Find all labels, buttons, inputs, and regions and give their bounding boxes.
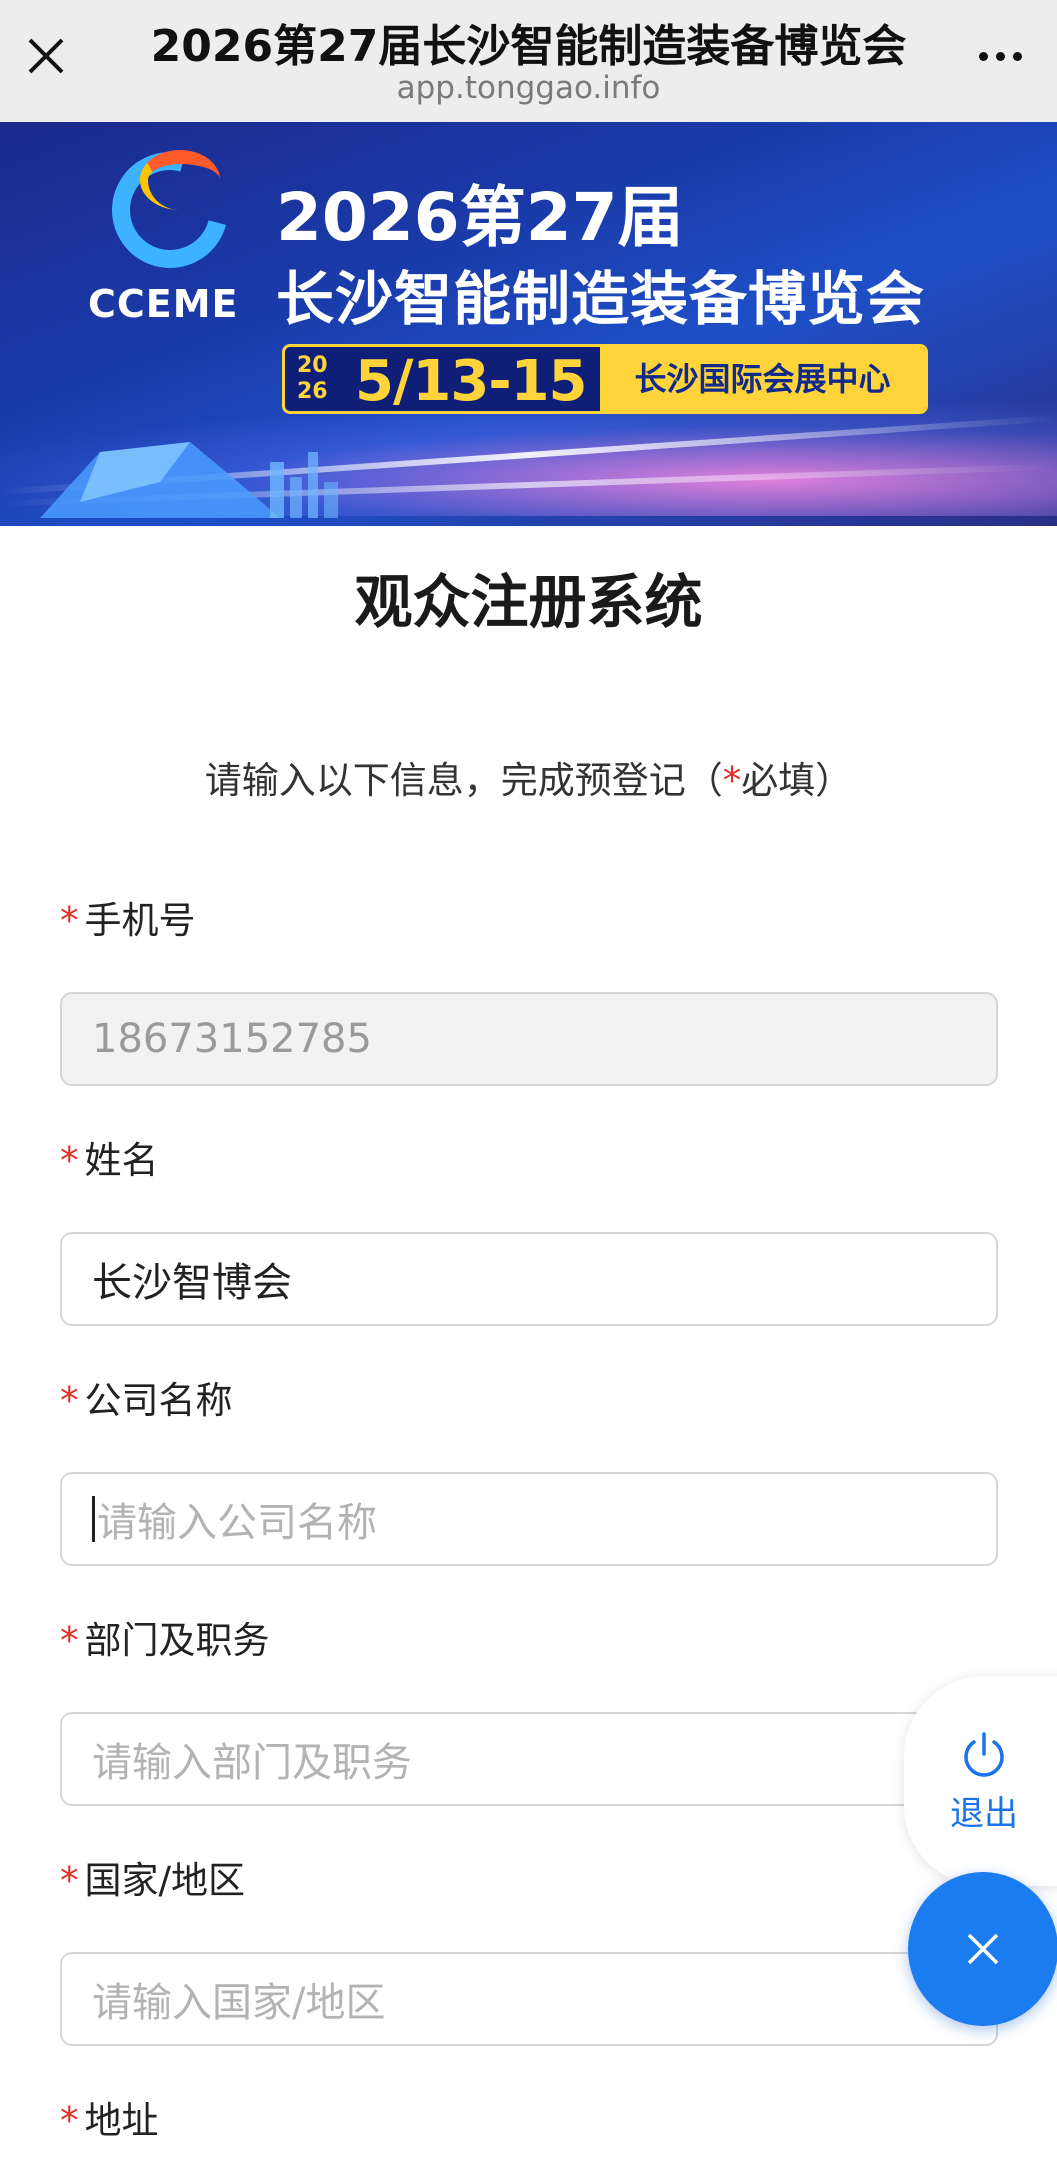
page-url: app.tonggao.info — [396, 70, 661, 106]
banner-year-top: 20 — [297, 353, 328, 378]
department-field[interactable]: 请输入部门及职务 — [60, 1712, 998, 1806]
close-float-button[interactable] — [908, 1872, 1057, 2026]
country-label-text: 国家/地区 — [84, 1859, 245, 1902]
address-label-text: 地址 — [84, 2099, 159, 2142]
required-mark: * — [60, 2099, 79, 2142]
company-placeholder: 请输入公司名称 — [97, 1500, 377, 1546]
power-icon — [964, 1731, 1004, 1777]
more-options-button[interactable] — [965, 28, 1035, 84]
event-banner: CCEME 2026第27届 长沙智能制造装备博览会 20 26 5/13-15… — [0, 122, 1057, 526]
phone-label-text: 手机号 — [84, 899, 196, 942]
name-label: * 姓名 — [60, 1130, 159, 1184]
banner-date-bar: 20 26 5/13-15 长沙国际会展中心 — [282, 344, 928, 414]
exhibition-building-icon — [40, 442, 338, 518]
hint-text-after: 必填） — [741, 759, 853, 802]
company-label: * 公司名称 — [60, 1370, 233, 1424]
phone-value: 18673152785 — [92, 1016, 372, 1062]
country-field[interactable]: 请输入国家/地区 — [60, 1952, 998, 2046]
exit-label: 退出 — [950, 1793, 1018, 1834]
country-placeholder: 请输入国家/地区 — [92, 1980, 386, 2026]
phone-label: * 手机号 — [60, 890, 196, 944]
banner-venue: 长沙国际会展中心 — [600, 347, 925, 411]
department-label: * 部门及职务 — [60, 1610, 270, 1664]
logo-ring-accent — [140, 150, 220, 210]
company-label-text: 公司名称 — [84, 1379, 233, 1422]
hint-text-before: 请输入以下信息，完成预登记（ — [204, 759, 723, 802]
phone-field[interactable]: 18673152785 — [60, 992, 998, 1086]
country-label: * 国家/地区 — [60, 1850, 245, 1904]
name-field[interactable]: 长沙智博会 — [60, 1232, 998, 1326]
close-page-button[interactable] — [18, 28, 74, 84]
page-heading: 2026第27届长沙智能制造装备博览会 — [150, 21, 907, 72]
required-mark: * — [60, 1379, 79, 1422]
banner-edition: 2026第27届 — [276, 179, 684, 256]
banner-event-name: 长沙智能制造装备博览会 — [276, 265, 926, 333]
hint-required-star: * — [722, 759, 742, 802]
address-label: * 地址 — [60, 2090, 159, 2144]
exit-button[interactable]: 退出 — [904, 1676, 1057, 1886]
name-value: 长沙智博会 — [92, 1260, 292, 1306]
text-caret — [92, 1496, 95, 1542]
page-title: 观众注册系统 — [354, 568, 703, 636]
company-field[interactable]: 请输入公司名称 — [60, 1472, 998, 1566]
required-mark: * — [60, 1139, 79, 1182]
name-label-text: 姓名 — [84, 1139, 159, 1182]
banner-dates: 5/13-15 — [355, 349, 588, 414]
department-label-text: 部门及职务 — [84, 1619, 270, 1662]
banner-year: 20 26 — [297, 353, 328, 405]
logo-text: CCEME — [88, 282, 239, 326]
required-mark: * — [60, 1859, 79, 1902]
browser-top-bar: 2026第27届长沙智能制造装备博览会 app.tonggao.info — [0, 0, 1057, 122]
department-placeholder: 请输入部门及职务 — [92, 1740, 412, 1786]
close-icon — [28, 38, 64, 74]
required-mark: * — [60, 1619, 79, 1662]
banner-year-bottom: 26 — [297, 379, 328, 404]
close-icon — [967, 1933, 999, 1965]
required-mark: * — [60, 899, 79, 942]
more-dot — [1012, 51, 1022, 61]
form-hint: 请输入以下信息，完成预登记（*必填） — [0, 750, 1057, 804]
more-dot — [995, 51, 1005, 61]
more-dots-icon — [978, 51, 988, 61]
